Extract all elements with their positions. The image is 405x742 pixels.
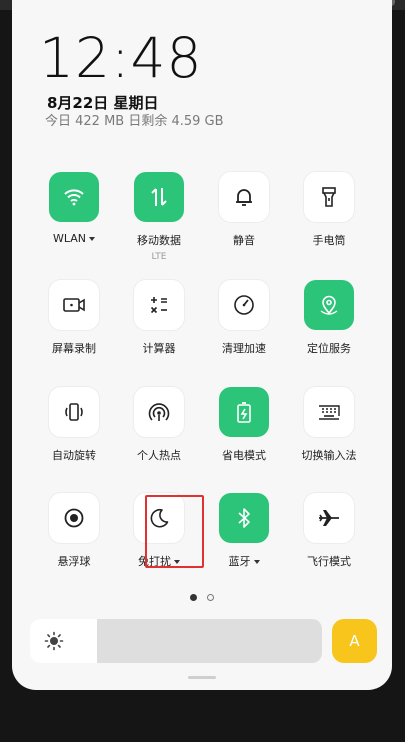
sun-icon [44, 631, 64, 651]
chevron-down-icon[interactable] [253, 560, 260, 564]
chevron-down-icon[interactable] [89, 237, 95, 241]
hotspot-toggle[interactable] [134, 387, 184, 437]
page-indicator[interactable] [12, 586, 392, 605]
highlight-box [145, 495, 204, 568]
floating-ball-icon [64, 508, 84, 528]
cleanup-button[interactable] [219, 280, 269, 330]
network-type-label: LTE [151, 252, 167, 262]
control-center-panel: 12:48 8月22日 星期日 今日 422 MB 日剩余 4.59 GB WL… [12, 0, 392, 690]
auto-brightness-button[interactable]: A [332, 619, 377, 663]
panel-handle[interactable] [188, 676, 216, 679]
bluetooth-icon [238, 508, 250, 528]
calculator-button[interactable] [134, 280, 184, 330]
wlan-toggle[interactable] [49, 172, 99, 222]
bluetooth-toggle[interactable] [219, 493, 269, 543]
auto-rotate-toggle[interactable] [49, 387, 99, 437]
speedometer-icon [234, 295, 254, 315]
keyboard-icon [319, 405, 340, 420]
wifi-icon [64, 189, 84, 206]
location-toggle[interactable] [304, 280, 354, 330]
page-dot[interactable] [206, 594, 214, 601]
flashlight-toggle[interactable] [304, 172, 354, 222]
tile-flashlight[interactable]: 手电筒 [269, 172, 389, 248]
input-method-button[interactable] [304, 387, 354, 437]
airplane-mode-toggle[interactable] [304, 493, 354, 543]
screen-record-toggle[interactable] [49, 280, 99, 330]
page-dot-active[interactable] [190, 594, 198, 601]
battery-saver-icon [237, 402, 251, 423]
tile-input-method[interactable]: 切换输入法 [269, 387, 389, 463]
brightness-slider[interactable] [30, 619, 322, 663]
rotate-icon [65, 403, 83, 421]
tile-location[interactable]: 定位服务 [269, 280, 389, 356]
flashlight-icon [322, 187, 336, 207]
calculator-icon [150, 297, 167, 314]
airplane-icon [319, 510, 339, 526]
data-usage-label: 今日 422 MB 日剩余 4.59 GB [45, 114, 224, 129]
power-saving-toggle[interactable] [219, 387, 269, 437]
tile-label: 定位服务 [307, 342, 351, 355]
mobile-data-icon [151, 188, 167, 206]
bell-icon [236, 189, 252, 206]
clock-time: 12:48 [39, 26, 203, 90]
location-icon [320, 295, 338, 315]
tile-label: 切换输入法 [301, 449, 357, 462]
tile-label: 蓝牙 [228, 555, 251, 568]
tile-label: WLAN [52, 232, 86, 245]
mobile-data-toggle[interactable] [134, 172, 184, 222]
screen-record-icon [63, 298, 85, 312]
tile-label: 飞行模式 [307, 555, 351, 568]
tile-airplane-mode[interactable]: 飞行模式 [269, 493, 389, 569]
floating-ball-toggle[interactable] [49, 493, 99, 543]
tile-label: 手电筒 [312, 234, 346, 247]
silent-toggle[interactable] [219, 172, 269, 222]
hotspot-icon [148, 403, 170, 421]
